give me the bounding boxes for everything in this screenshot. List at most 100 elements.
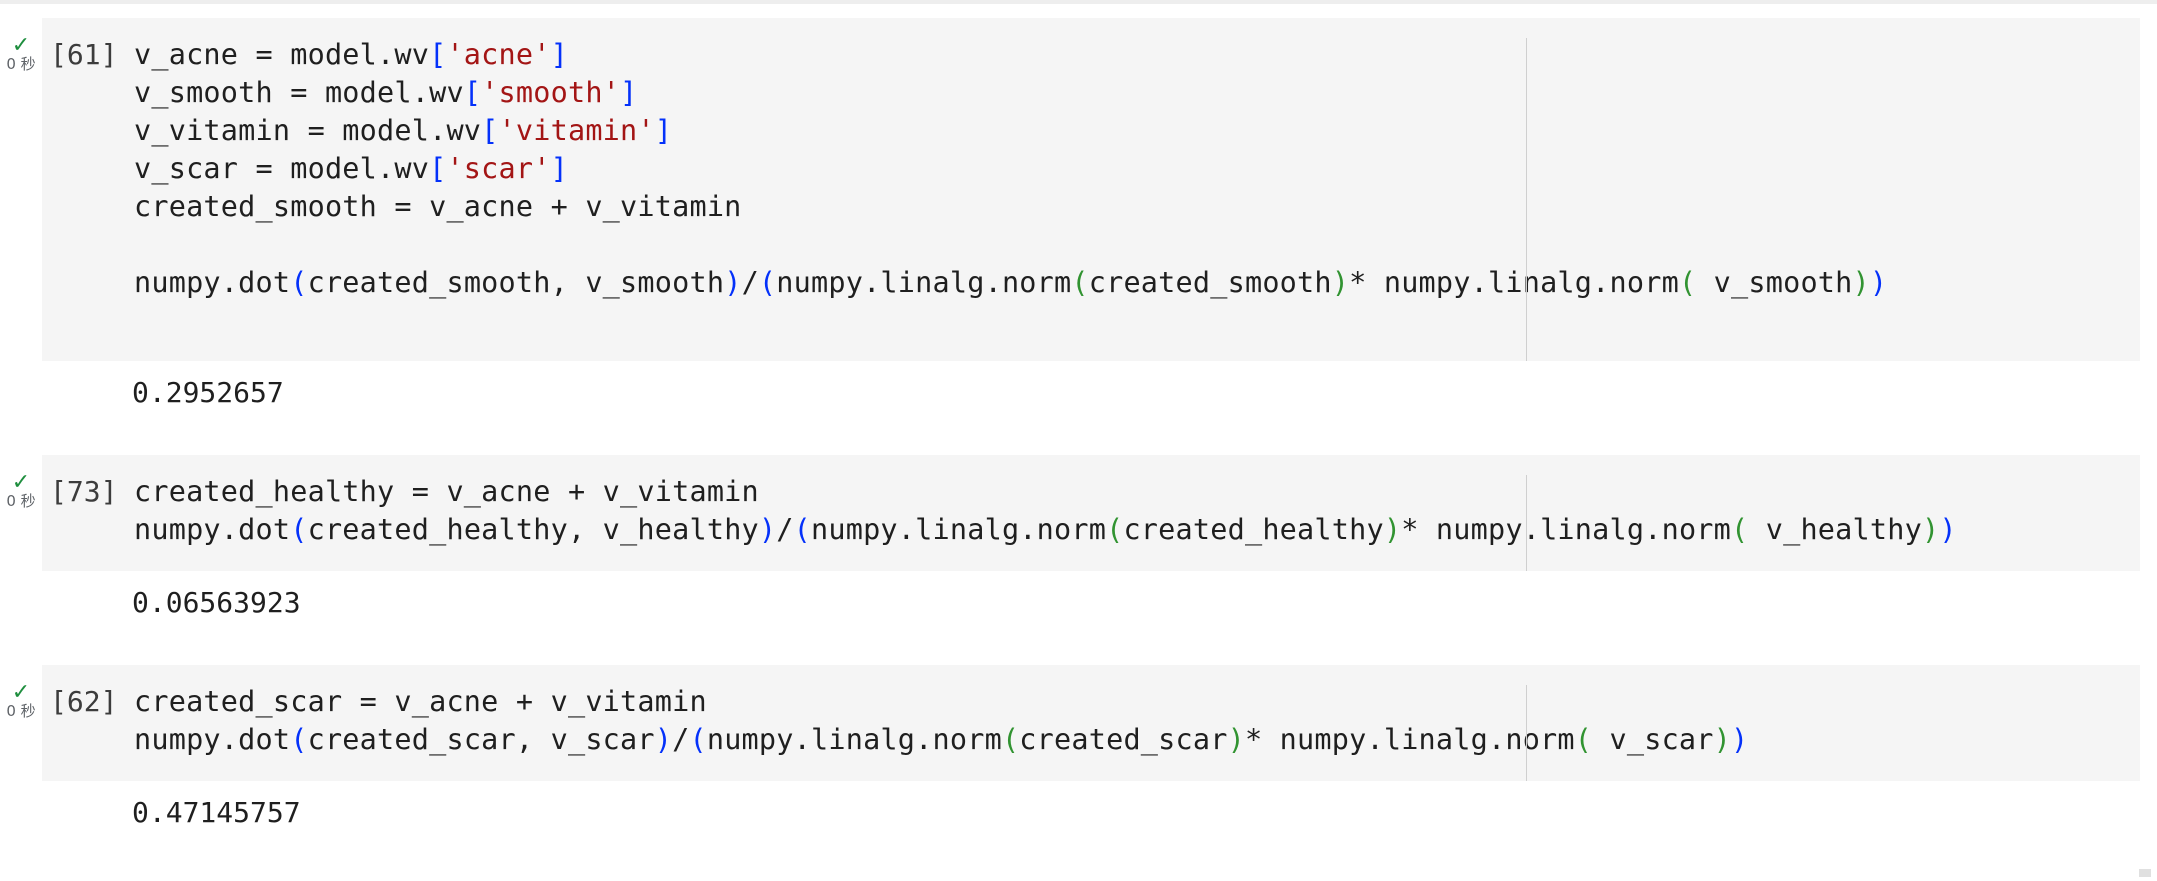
execution-time: 0 秒: [6, 492, 36, 510]
code-token: ): [1713, 723, 1732, 756]
cell-output: 0.47145757: [132, 796, 301, 829]
execution-time: 0 秒: [6, 55, 36, 73]
execution-count: [73]: [50, 475, 118, 508]
cell-output: 0.2952657: [132, 376, 284, 409]
code-token: ): [1331, 266, 1350, 299]
code-line[interactable]: created_smooth = v_acne + v_vitamin: [134, 188, 1887, 226]
code-line[interactable]: numpy.dot(created_healthy, v_healthy)/(n…: [134, 511, 1957, 549]
code-editor[interactable]: [73] created_healthy = v_acne + v_vitami…: [42, 455, 2140, 571]
code-token: v_smooth: [1696, 266, 1853, 299]
code-token: v_scar: [1592, 723, 1714, 756]
code-token: ): [758, 513, 777, 546]
code-token: (: [1731, 513, 1749, 546]
code-token: 'vitamin': [498, 114, 655, 147]
code-token: (: [290, 266, 308, 299]
code-token: (: [793, 513, 811, 546]
code-token: (: [290, 513, 308, 546]
code-token: created_smooth: [1088, 266, 1332, 299]
code-token: created_healthy = v_acne + v_vitamin: [134, 475, 759, 508]
code-token: ): [1852, 266, 1870, 299]
check-icon: ✓: [11, 680, 31, 705]
code-token: numpy.dot: [134, 513, 291, 546]
code-token: v_healthy: [1748, 513, 1922, 546]
code-token: * numpy.linalg.norm: [1349, 266, 1679, 299]
code-lines[interactable]: v_acne = model.wv['acne'] v_smooth = mode…: [134, 36, 1887, 302]
code-token: v_smooth = model.wv: [134, 76, 464, 109]
code-token: (: [689, 723, 707, 756]
execution-count: [61]: [50, 38, 118, 71]
code-line[interactable]: numpy.dot(created_smooth, v_smooth)/(num…: [134, 264, 1887, 302]
code-token: ]: [550, 38, 568, 71]
code-token: ]: [620, 76, 638, 109]
resize-handle[interactable]: [2139, 869, 2151, 877]
code-token: [: [429, 38, 447, 71]
code-token: 'scar': [446, 152, 551, 185]
code-line[interactable]: v_acne = model.wv['acne']: [134, 36, 1887, 74]
code-line[interactable]: numpy.dot(created_scar, v_scar)/(numpy.l…: [134, 721, 1748, 759]
code-token: created_healthy: [1123, 513, 1384, 546]
code-token: (: [1001, 723, 1020, 756]
code-line[interactable]: created_healthy = v_acne + v_vitamin: [134, 473, 1957, 511]
code-token: (: [758, 266, 777, 299]
code-token: created_scar = v_acne + v_vitamin: [134, 685, 707, 718]
code-token: ): [1731, 723, 1749, 756]
code-token: 'acne': [446, 38, 551, 71]
execution-time: 0 秒: [6, 702, 36, 720]
code-token: ): [1869, 266, 1888, 299]
code-token: ): [1383, 513, 1402, 546]
code-line[interactable]: v_smooth = model.wv['smooth']: [134, 74, 1887, 112]
code-token: (: [1678, 266, 1697, 299]
code-token: numpy.linalg.norm: [776, 266, 1072, 299]
code-token: created_smooth, v_smooth: [307, 266, 725, 299]
code-cell[interactable]: ✓ 0 秒 [61] v_acne = model.wv['acne'] v_sm…: [0, 18, 2157, 418]
cell-output: 0.06563923: [132, 586, 301, 619]
code-token: (: [1106, 513, 1124, 546]
code-token: numpy.dot: [134, 266, 291, 299]
code-lines[interactable]: created_scar = v_acne + v_vitamin numpy.d…: [134, 683, 1748, 759]
code-token: ): [724, 266, 742, 299]
code-token: ]: [654, 114, 673, 147]
code-token: [: [463, 76, 482, 109]
code-token: (: [1574, 723, 1593, 756]
code-token: numpy.dot: [134, 723, 291, 756]
code-token: ): [1227, 723, 1245, 756]
code-line[interactable]: [134, 226, 1887, 264]
code-editor[interactable]: [62] created_scar = v_acne + v_vitamin nu…: [42, 665, 2140, 781]
code-token: [: [429, 152, 447, 185]
code-token: v_scar = model.wv: [134, 152, 430, 185]
execution-count: [62]: [50, 685, 118, 718]
code-token: 'smooth': [481, 76, 621, 109]
code-token: created_scar: [1019, 723, 1228, 756]
code-line[interactable]: v_scar = model.wv['scar']: [134, 150, 1887, 188]
code-token: [: [481, 114, 499, 147]
code-cell[interactable]: ✓ 0 秒 [62] created_scar = v_acne + v_vit…: [0, 665, 2157, 835]
code-cell[interactable]: ✓ 0 秒 [73] created_healthy = v_acne + v_…: [0, 455, 2157, 625]
code-token: (: [1071, 266, 1089, 299]
code-token: numpy.linalg.norm: [706, 723, 1002, 756]
code-token: ): [1939, 513, 1957, 546]
code-line[interactable]: v_vitamin = model.wv['vitamin']: [134, 112, 1887, 150]
code-lines[interactable]: created_healthy = v_acne + v_vitamin nump…: [134, 473, 1957, 549]
code-editor[interactable]: [61] v_acne = model.wv['acne'] v_smooth =…: [42, 18, 2140, 361]
code-token: ): [654, 723, 673, 756]
code-line[interactable]: created_scar = v_acne + v_vitamin: [134, 683, 1748, 721]
code-token: v_acne = model.wv: [134, 38, 430, 71]
check-icon: ✓: [11, 470, 31, 495]
code-token: /: [741, 266, 759, 299]
check-icon: ✓: [11, 33, 31, 58]
code-token: (: [290, 723, 308, 756]
line-length-ruler: [1526, 685, 1527, 781]
code-token: ]: [550, 152, 568, 185]
code-token: ): [1921, 513, 1940, 546]
code-token: v_vitamin = model.wv: [134, 114, 482, 147]
notebook-top-border: [0, 0, 2157, 4]
code-token: created_smooth = v_acne + v_vitamin: [134, 190, 742, 223]
code-token: numpy.linalg.norm: [811, 513, 1107, 546]
code-token: /: [776, 513, 794, 546]
line-length-ruler: [1526, 475, 1527, 571]
code-token: created_scar, v_scar: [307, 723, 655, 756]
code-token: * numpy.linalg.norm: [1401, 513, 1732, 546]
line-length-ruler: [1526, 38, 1527, 361]
code-token: created_healthy, v_healthy: [307, 513, 759, 546]
cell-status: ✓ 0 秒: [2, 470, 40, 510]
